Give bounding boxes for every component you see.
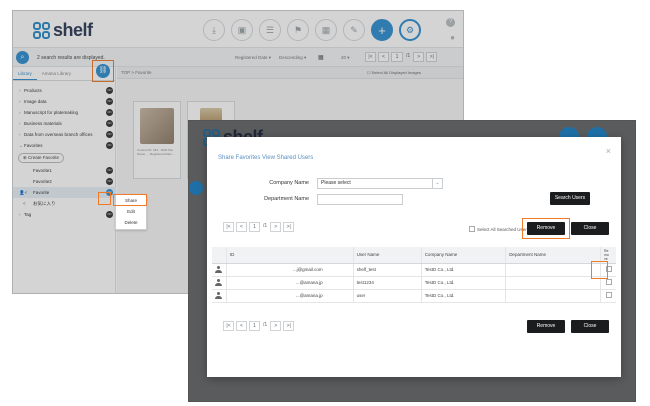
- select-all-checkbox[interactable]: [469, 226, 475, 232]
- table-row: ...j@gmail.com shelf_test TestD Co., Ltd…: [212, 263, 616, 277]
- page-total: /1: [262, 321, 269, 331]
- cell-user-name: user: [352, 289, 422, 303]
- column-header-department-name: Department Name: [505, 247, 601, 264]
- page-number-input[interactable]: 1: [249, 222, 260, 232]
- shared-users-table: ID User Name Company Name Department Nam…: [212, 247, 616, 303]
- modal-title: Share Favorites View Shared Users: [218, 155, 314, 161]
- first-page-button[interactable]: |<: [223, 321, 234, 331]
- context-menu-delete[interactable]: Delete: [116, 217, 146, 228]
- cell-department-name: [505, 289, 601, 303]
- avatar-column-header: [212, 247, 227, 264]
- modal-close-icon[interactable]: ×: [606, 146, 611, 156]
- user-avatar-icon: [212, 276, 227, 290]
- user-avatar-icon: [212, 289, 227, 303]
- cell-company-name: TestD Co., Ltd.: [420, 289, 506, 303]
- prev-page-button[interactable]: <: [236, 222, 247, 232]
- cell-id: ...@amana.jp: [225, 276, 354, 290]
- column-header-user-name: User Name: [352, 247, 422, 264]
- first-page-button[interactable]: |<: [223, 222, 234, 232]
- user-avatar-icon: [212, 263, 227, 277]
- cell-department-name: [505, 276, 601, 290]
- share-users-modal: Share Favorites View Shared Users × Comp…: [207, 137, 621, 377]
- department-name-input[interactable]: [317, 194, 403, 205]
- company-name-label: Company Name: [269, 180, 309, 186]
- next-page-button[interactable]: >: [270, 321, 282, 331]
- close-button-bottom[interactable]: Close: [571, 320, 609, 333]
- highlight-remove-checkbox: [591, 261, 608, 279]
- cell-user-name: shelf_test: [352, 263, 422, 277]
- cell-id: ...j@gmail.com: [225, 263, 354, 277]
- chevron-down-icon: ⌄: [432, 179, 442, 188]
- next-page-button[interactable]: >: [270, 222, 282, 232]
- search-users-button[interactable]: Search Users: [550, 192, 590, 205]
- column-header-id: ID: [225, 247, 354, 264]
- remove-checkbox[interactable]: [600, 289, 616, 303]
- highlight-share-menu: [113, 194, 147, 206]
- page-total: /1: [262, 222, 269, 232]
- last-page-button[interactable]: >|: [283, 222, 295, 232]
- modal-top-pager: |< < 1 /1 > >|: [223, 222, 295, 232]
- prev-page-button[interactable]: <: [236, 321, 247, 331]
- select-all-searched-users[interactable]: Select All Searched Users: [469, 226, 529, 232]
- cell-id: ...@amana.jp: [225, 289, 354, 303]
- company-name-select[interactable]: Please select ⌄: [317, 178, 443, 189]
- page-number-input[interactable]: 1: [249, 321, 260, 331]
- remove-button-bottom[interactable]: Remove: [527, 320, 565, 333]
- context-menu-edit[interactable]: Edit: [116, 206, 146, 217]
- table-row: ...@amana.jp user TestD Co., Ltd.: [212, 289, 616, 303]
- highlight-remove-button: [522, 218, 570, 239]
- cell-user-name: test1234: [352, 276, 422, 290]
- highlight-more-button: [98, 192, 111, 205]
- cell-department-name: [505, 263, 601, 277]
- search-icon-dimmed: [189, 181, 203, 195]
- table-header-row: ID User Name Company Name Department Nam…: [212, 247, 616, 264]
- modal-bottom-pager: |< < 1 /1 > >|: [223, 321, 295, 331]
- last-page-button[interactable]: >|: [283, 321, 295, 331]
- cell-company-name: TestD Co., Ltd.: [420, 276, 506, 290]
- table-row: ...@amana.jp test1234 TestD Co., Ltd.: [212, 276, 616, 290]
- department-name-label: Department Name: [264, 196, 309, 202]
- column-header-company-name: Company Name: [420, 247, 506, 264]
- close-button-top[interactable]: Close: [571, 222, 609, 235]
- cell-company-name: TestD Co., Ltd.: [420, 263, 506, 277]
